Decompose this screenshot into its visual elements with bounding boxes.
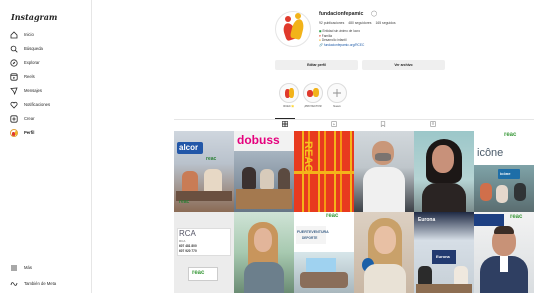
settings-icon[interactable]: ◯ <box>371 11 377 17</box>
bio-link[interactable]: fundacionfepamic.org/RCEC <box>324 43 364 47</box>
highlight-new[interactable]: Nuevo <box>326 83 348 108</box>
bookmark-icon <box>380 121 386 127</box>
highlight-proyectos[interactable]: ¡PROYECTOS! <box>302 83 324 108</box>
sidebar-item-label: Explorar <box>24 60 40 65</box>
followers-count[interactable]: 480 seguidores <box>348 21 371 25</box>
post-tile[interactable]: RCA RCA 607 481 800 607 920 770 reac <box>174 212 234 293</box>
highlight-label: Nuevo <box>333 105 341 108</box>
highlight-label: ¡PROYECTOS! <box>304 105 322 108</box>
post-text: DEPORTE <box>302 236 318 240</box>
sidebar-item-label: Perfil <box>24 130 35 135</box>
sidebar-item-notifications[interactable]: Notificaciones <box>9 99 89 110</box>
sidebar-item-explore[interactable]: Explorar <box>9 57 89 68</box>
post-text: reac <box>510 214 523 220</box>
bio-line: Familia <box>321 33 333 38</box>
post-text: RCA <box>179 229 196 238</box>
search-icon <box>9 44 18 53</box>
sidebar-item-label: Inicio <box>24 32 34 37</box>
meta-icon <box>9 279 18 288</box>
sidebar-item-label: Notificaciones <box>24 102 51 107</box>
sidebar-item-search[interactable]: Búsqueda <box>9 43 89 54</box>
sidebar-item-reels[interactable]: Reels <box>9 71 89 82</box>
instagram-logo[interactable]: Instagram <box>11 12 57 22</box>
post-text: dobuss <box>237 133 280 147</box>
post-text: RCA <box>179 239 186 243</box>
post-text: icône <box>500 171 511 176</box>
post-text: reac <box>192 270 205 276</box>
post-tile[interactable]: REAC <box>294 131 354 212</box>
post-tile[interactable]: reac <box>474 212 534 293</box>
post-text: reac <box>504 132 517 138</box>
sidebar-item-meta[interactable]: También de Meta <box>9 278 89 289</box>
post-tile[interactable]: dobuss <box>234 131 294 212</box>
tab-reels[interactable] <box>330 121 338 127</box>
sidebar-item-label: Búsqueda <box>24 46 43 51</box>
sidebar-item-profile[interactable]: Perfil <box>9 127 89 138</box>
sidebar-item-label: Más <box>24 265 32 270</box>
post-text: FUERTEVENTURA <box>297 230 329 234</box>
profile-username: fundacionfepamic <box>319 11 364 17</box>
sidebar-item-more[interactable]: Más <box>9 262 89 273</box>
post-text: 607 920 770 <box>179 249 197 253</box>
profile-main: fundacionfepamic ◯ 92 publicaciones 480 … <box>92 0 536 293</box>
reels-icon <box>9 72 18 81</box>
profile-avatar <box>9 128 18 137</box>
active-tab-indicator <box>275 118 295 119</box>
post-text: REAC <box>302 141 314 173</box>
highlight-rcec[interactable]: RCEC 🌟 <box>278 83 300 108</box>
menu-icon <box>9 263 18 272</box>
sidebar-item-create[interactable]: Crear <box>9 113 89 124</box>
sidebar-item-messages[interactable]: Mensajes <box>9 85 89 96</box>
sidebar-item-label: También de Meta <box>24 281 57 286</box>
sidebar: Instagram Inicio Búsqueda Explorar Reels <box>0 0 92 293</box>
post-tile[interactable]: alcor reac reac <box>174 131 234 212</box>
plus-icon <box>327 83 347 103</box>
messenger-icon <box>9 86 18 95</box>
post-text: icône <box>477 147 504 159</box>
highlight-label: RCEC 🌟 <box>283 105 295 108</box>
post-text: reac <box>326 213 339 219</box>
post-text: Eurona <box>436 254 450 259</box>
reels-icon <box>331 121 337 127</box>
post-tile[interactable] <box>354 212 414 293</box>
posts-count: 92 publicaciones <box>319 21 345 25</box>
sidebar-item-label: Reels <box>24 74 35 79</box>
highlight-cover <box>303 83 323 103</box>
tab-posts[interactable] <box>281 121 289 127</box>
post-text: reac <box>206 156 217 162</box>
post-text: 607 481 800 <box>179 244 197 248</box>
profile-stats: 92 publicaciones 480 seguidores 165 segu… <box>319 21 396 25</box>
sidebar-item-label: Mensajes <box>24 88 42 93</box>
post-tile[interactable] <box>414 131 474 212</box>
sidebar-item-label: Crear <box>24 116 35 121</box>
tagged-icon <box>430 121 436 127</box>
post-text: Eurona <box>418 217 436 223</box>
post-text: alcor <box>179 143 199 152</box>
post-tile[interactable] <box>354 131 414 212</box>
post-text: reac <box>179 199 190 205</box>
profile-avatar[interactable] <box>275 11 311 47</box>
post-tile[interactable] <box>234 212 294 293</box>
tab-saved[interactable] <box>379 121 387 127</box>
post-tile[interactable]: Eurona Eurona <box>414 212 474 293</box>
highlight-cover <box>279 83 299 103</box>
plus-square-icon <box>9 114 18 123</box>
post-tile[interactable]: reac FUERTEVENTURA DEPORTE <box>294 212 354 293</box>
post-tile[interactable]: reac icône icône <box>474 131 534 212</box>
home-icon <box>9 30 18 39</box>
heart-icon <box>9 100 18 109</box>
bio-line: Desarrollo infantil <box>321 38 347 43</box>
posts-grid: alcor reac reac dobuss REAC reac icône i… <box>174 131 534 293</box>
sidebar-item-home[interactable]: Inicio <box>9 29 89 40</box>
tab-tagged[interactable] <box>429 121 437 127</box>
grid-icon <box>282 121 288 127</box>
edit-profile-button[interactable]: Editar perfil <box>275 60 358 70</box>
compass-icon <box>9 58 18 67</box>
profile-bio: ◼ Entidad sin ánimo de lucro ♥ Familia ●… <box>319 29 365 47</box>
view-archive-button[interactable]: Ver archivo <box>362 60 445 70</box>
bio-line: Entidad sin ánimo de lucro <box>322 29 361 33</box>
tabs-divider <box>174 119 534 120</box>
following-count[interactable]: 165 seguidos <box>375 21 395 25</box>
